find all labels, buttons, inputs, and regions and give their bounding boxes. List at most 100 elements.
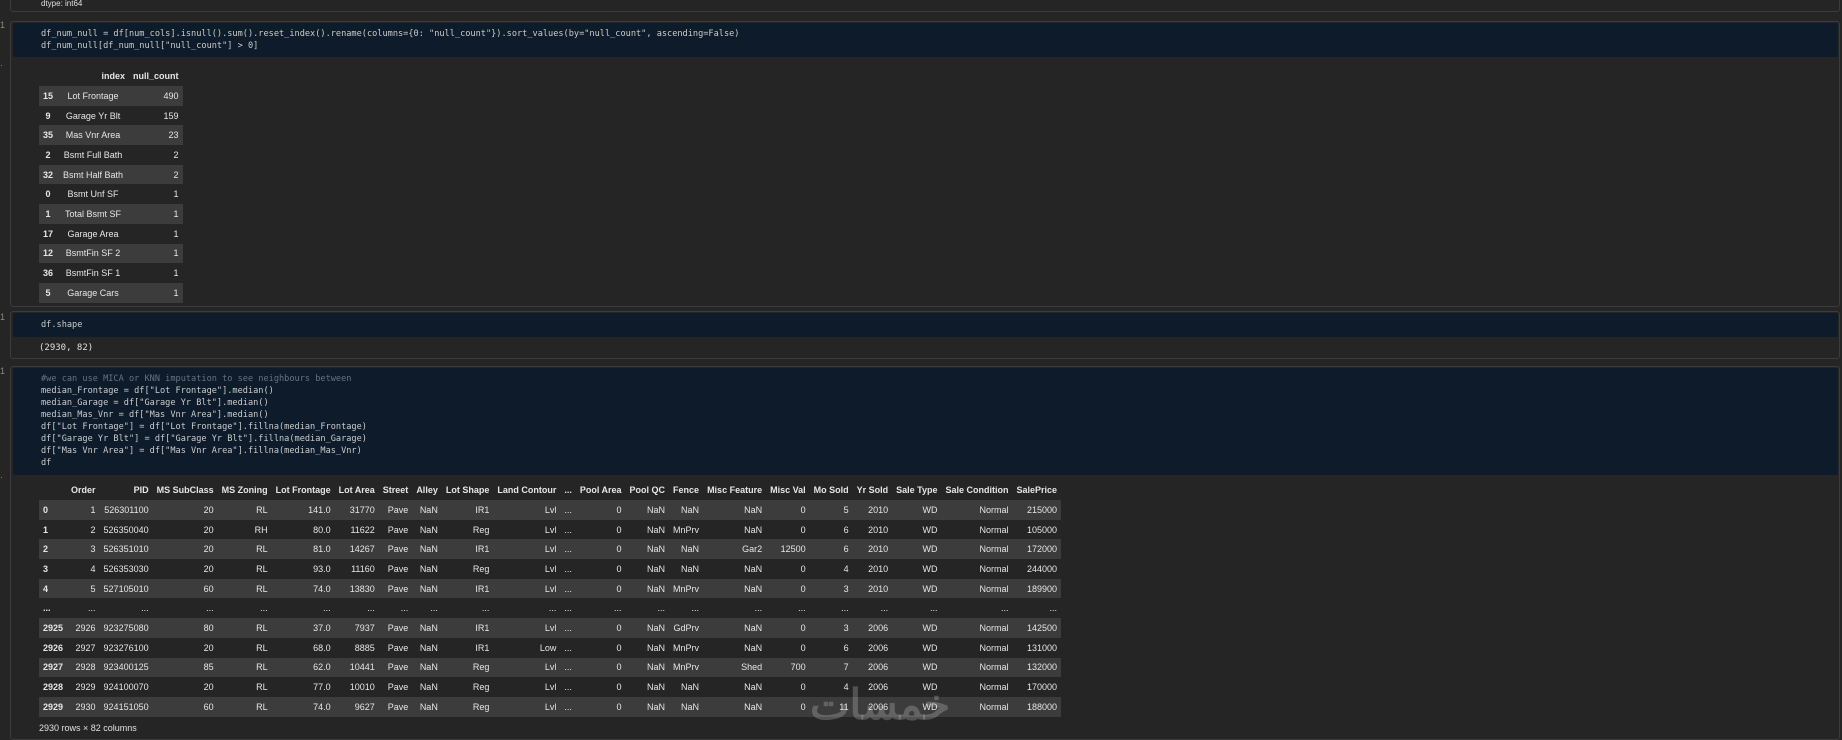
table-cell: 6: [843, 524, 849, 535]
table-cell: 7: [843, 662, 849, 673]
table-cell: 0: [616, 504, 622, 515]
table-cell: ...: [564, 642, 572, 653]
table-cell: ...: [691, 603, 700, 614]
table-cell: 526350040: [103, 524, 149, 535]
row-index: 2925: [43, 622, 64, 633]
table-cell: 80.0: [313, 524, 331, 535]
table-row: 15 Lot Frontage 490: [39, 86, 183, 106]
table-cell: WD: [922, 583, 938, 594]
table-cell: 0: [800, 583, 806, 594]
code-cell-2[interactable]: df.shape (2930, 82): [10, 311, 1840, 359]
table-cell: 244000: [1026, 563, 1058, 574]
table-cell: 2927: [75, 642, 96, 653]
table-cell: Lvl: [544, 583, 557, 594]
code-editor-2[interactable]: df.shape: [13, 313, 1838, 337]
table-cell: 2006: [868, 622, 889, 633]
table-cell: NaN: [419, 701, 438, 712]
table-cell: Pave: [387, 662, 409, 673]
table-cell: Lvl: [544, 701, 557, 712]
table-cell: RH: [254, 524, 268, 535]
previous-output: dtype: int64: [41, 0, 83, 8]
table-cell: 2930: [75, 701, 96, 712]
table-cell: 142500: [1026, 622, 1058, 633]
table-cell: NaN: [419, 504, 438, 515]
table-cell: ...: [929, 603, 938, 614]
column-header: Sale Type: [896, 484, 938, 495]
table-cell: 0: [616, 701, 622, 712]
table-cell: Pave: [387, 544, 409, 555]
table-cell: 13830: [349, 583, 375, 594]
table-cell: NaN: [419, 563, 438, 574]
table-cell: NaN: [744, 682, 763, 693]
code-cell-1[interactable]: df_num_null = df[num_cols].isnull().sum(…: [10, 21, 1840, 307]
table-cell: Lvl: [544, 544, 557, 555]
table-cell: 20: [203, 563, 214, 574]
table-cell: Reg: [472, 662, 490, 673]
table-cell: ...: [1049, 603, 1058, 614]
table-cell: 2010: [868, 524, 889, 535]
table-cell: 20: [203, 682, 214, 693]
table-cell: Lvl: [544, 682, 557, 693]
table-cell: NaN: [681, 682, 700, 693]
row-index: 1: [45, 208, 51, 219]
table-cell: 11622: [350, 524, 375, 535]
table-cell: NaN: [419, 642, 438, 653]
table-cell: 1: [173, 268, 179, 279]
table-cell: 0: [800, 524, 806, 535]
table-cell: 0: [800, 701, 806, 712]
code-line: df: [41, 458, 52, 468]
table-cell: Normal: [979, 544, 1009, 555]
table-cell: ...: [1000, 603, 1009, 614]
table-row: 2925 2926 923275080 80 RL 37.0 7937 Pave NaN IR1 L…: [39, 618, 1062, 638]
table-cell: ...: [430, 603, 438, 614]
table-cell: Pave: [387, 504, 409, 515]
table-cell: 131000: [1026, 642, 1058, 653]
code-line: df.shape: [41, 320, 83, 330]
table-cell: 132000: [1026, 662, 1058, 673]
table-cell: RL: [256, 504, 268, 515]
table-cell: 11160: [351, 563, 375, 574]
table-cell: WD: [922, 622, 938, 633]
table-cell: NaN: [681, 563, 700, 574]
table-cell: 2010: [868, 563, 889, 574]
table-cell: MnPrv: [673, 524, 700, 535]
table-cell: NaN: [647, 622, 666, 633]
column-header: Misc Val: [770, 484, 806, 495]
table-cell: ...: [564, 563, 572, 574]
table-cell: RL: [256, 544, 268, 555]
table-cell: NaN: [647, 642, 666, 653]
table-cell: Garage Area: [67, 228, 119, 239]
table-cell: NaN: [419, 583, 438, 594]
table-cell: NaN: [647, 662, 666, 673]
code-line: df["Mas Vnr Area"] = df["Mas Vnr Area"].…: [41, 446, 362, 456]
table-row: 2927 2928 923400125 85 RL 62.0 10441 Pave NaN Reg…: [39, 657, 1062, 678]
table-cell: NaN: [681, 504, 700, 515]
row-index: 0: [43, 504, 49, 515]
table-cell: 2: [173, 169, 179, 180]
table-cell: ...: [564, 524, 572, 535]
table-cell: Reg: [472, 682, 490, 693]
code-editor-3[interactable]: #we can use MICA or KNN imputation to se…: [13, 368, 1838, 475]
row-index: 17: [43, 228, 54, 239]
table-row: 4 5 527105010 60 RL 74.0 13830 Pave NaN IR1 Lvl...…: [39, 578, 1062, 599]
table-cell: 0: [800, 622, 806, 633]
row-index: 2926: [43, 642, 64, 653]
table-cell: 77.0: [313, 682, 331, 693]
table-cell: Normal: [979, 583, 1009, 594]
row-index: 3: [43, 563, 49, 574]
table-cell: 0: [800, 682, 806, 693]
code-editor-1[interactable]: df_num_null = df[num_cols].isnull().sum(…: [13, 23, 1838, 57]
table-cell: BsmtFin SF 1: [65, 268, 121, 279]
column-header: Lot Area: [338, 484, 375, 495]
table-row: 2 Bsmt Full Bath 2: [39, 145, 183, 165]
table-cell: 189900: [1026, 583, 1058, 594]
table-cell: Garage Cars: [67, 287, 119, 298]
table-cell: Lvl: [544, 504, 557, 515]
table-cell: 62.0: [313, 662, 331, 673]
table-cell: RL: [256, 563, 268, 574]
table-cell: Normal: [979, 622, 1009, 633]
row-index: 2: [45, 149, 51, 160]
table-cell: ...: [206, 603, 214, 614]
table-cell: ...: [564, 701, 572, 712]
table-cell: 0: [800, 504, 806, 515]
